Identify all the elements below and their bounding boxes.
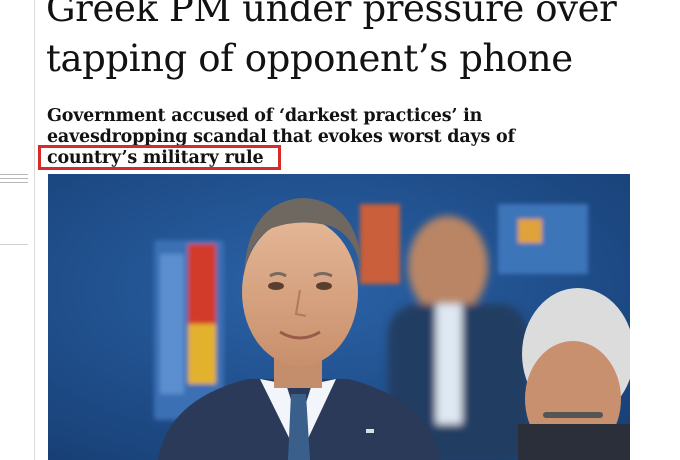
headline-line-1: Greek PM under pressure over [46, 0, 617, 30]
left-rail [0, 0, 35, 460]
red-highlight-box [38, 145, 281, 170]
rail-divider [0, 244, 28, 245]
standfirst-line-1: Government accused of ‘darkest practices… [47, 106, 483, 126]
article-headline: Greek PM under pressure over tapping of … [46, 0, 666, 84]
headline-line-2: tapping of opponent’s phone [46, 37, 573, 80]
standfirst-line-2: eavesdropping scandal that evokes worst … [47, 127, 515, 147]
article-photo [48, 174, 630, 460]
article-photo-illustration [48, 174, 630, 460]
hamburger-icon[interactable] [0, 174, 28, 188]
